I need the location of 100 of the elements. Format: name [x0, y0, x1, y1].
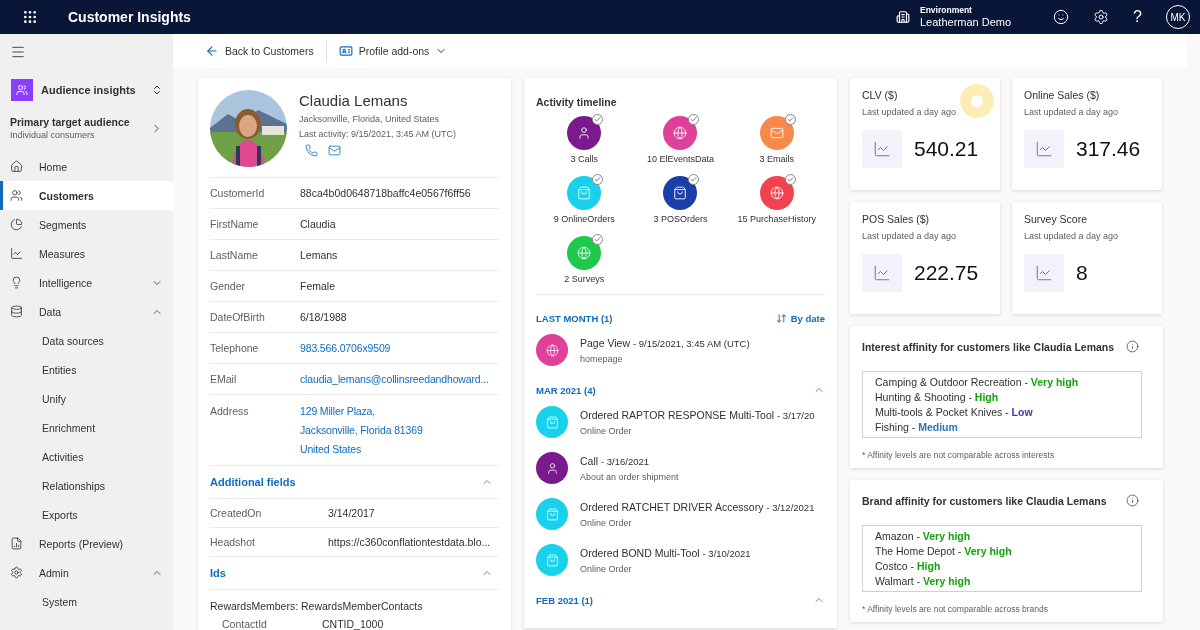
nav-item[interactable]: Intelligence	[0, 268, 173, 297]
activity-type-icon[interactable]	[759, 176, 794, 210]
affinity-item: Amazon - Very high	[875, 530, 972, 542]
field-link[interactable]: United States	[300, 443, 499, 455]
nav-item[interactable]: Segments	[0, 210, 173, 239]
nav-item[interactable]: Admin	[0, 558, 173, 587]
field-value: 6/18/1988	[300, 311, 348, 323]
affinity-item: Multi-tools & Pocket Knives - Low	[875, 406, 1034, 418]
sort-button[interactable]: By date	[775, 313, 825, 324]
smile-icon[interactable]	[1053, 9, 1070, 25]
field-link[interactable]: Jacksonville, Florida 81369	[300, 424, 499, 436]
kpi-title: Online Sales ($)	[1024, 89, 1101, 101]
environment-label: Environment	[920, 6, 973, 16]
activity-subtitle: homepage	[580, 353, 624, 364]
field-label: CreatedOn	[210, 507, 263, 519]
field-value: 88ca4b0d0648718baffc4e0567f6ff56	[300, 187, 472, 199]
people-icon	[10, 189, 23, 202]
kpi-title: Survey Score	[1024, 213, 1089, 225]
activity-title: Ordered BOND Multi-Tool - 3/10/2021	[580, 546, 751, 559]
activity-subtitle: Online Order	[580, 425, 633, 436]
affinity-note: * Affinity levels are not comparable across brands	[862, 604, 1049, 614]
activity-title: Ordered RAPTOR RESPONSE Multi-Tool - 3/17/20	[580, 408, 815, 421]
group-header[interactable]: LAST MONTH (1)	[536, 313, 613, 324]
field-label: FirstName	[210, 218, 260, 230]
activity-type-icon[interactable]	[567, 116, 602, 150]
nav-item[interactable]: Enrichment	[0, 413, 173, 442]
activity-type-icon[interactable]	[663, 176, 698, 210]
affinity-note: * Affinity levels are not comparable across interests	[862, 450, 1056, 460]
activity-subtitle: Online Order	[580, 563, 633, 574]
line-chart-icon	[10, 247, 23, 260]
app-launcher-button[interactable]	[22, 9, 38, 25]
activity-type-label: 3 Calls	[570, 154, 598, 164]
group-header[interactable]: FEB 2021 (1)	[536, 594, 594, 606]
switch-icon[interactable]	[151, 84, 163, 96]
section-title[interactable]: Ids	[210, 567, 226, 579]
activity-type-icon[interactable]	[663, 116, 698, 150]
back-arrow-icon	[205, 44, 219, 58]
info-icon[interactable]	[1126, 494, 1139, 507]
activity-title: Call - 3/16/2021	[580, 454, 651, 467]
field-label: Headshot	[210, 536, 256, 548]
nav-item[interactable]: Activities	[0, 442, 173, 471]
field-value: Female	[300, 280, 336, 292]
nav-item[interactable]: Data	[0, 297, 173, 326]
field-label: LastName	[210, 249, 259, 261]
people-icon	[11, 79, 33, 101]
trend-icon	[862, 130, 902, 168]
pie-chart-icon	[10, 218, 23, 231]
app-title: Customer Insights	[68, 9, 191, 25]
kpi-updated: Last updated a day ago	[1024, 231, 1120, 241]
field-label: Telephone	[210, 342, 260, 354]
affinity-item: The Home Depot - Very high	[875, 545, 1013, 557]
affinity-item: Walmart - Very high	[875, 575, 972, 587]
field-link[interactable]: claudia_lemans@collinsreedandhoward...	[300, 373, 499, 385]
audience-selector[interactable]: Primary target audience Individual consumers	[0, 116, 173, 140]
kpi-value: 8	[1076, 261, 1088, 285]
kpi-title: CLV ($)	[862, 89, 899, 101]
nav-item[interactable]: Home	[0, 152, 173, 181]
kpi-updated: Last updated a day ago	[1024, 107, 1120, 117]
field-value: 3/14/2017	[328, 507, 376, 519]
affinity-item: Fishing - Medium	[875, 421, 959, 433]
nav-item[interactable]: Unify	[0, 384, 173, 413]
nav-item[interactable]: Exports	[0, 500, 173, 529]
nav-item[interactable]: Entities	[0, 355, 173, 384]
activity-type-label: 15 PurchaseHistory	[737, 214, 817, 224]
activity-title: Page View - 9/15/2021, 3:45 AM (UTC)	[580, 336, 750, 349]
kpi-updated: Last updated a day ago	[862, 231, 958, 241]
home-icon	[10, 160, 23, 173]
group-header[interactable]: MAR 2021 (4)	[536, 384, 596, 396]
card-title: Interest affinity for customers like Claudia Lemans	[862, 340, 1115, 353]
activity-type-label: 10 ElEventsData	[646, 154, 714, 164]
nav-item[interactable]: Data sources	[0, 326, 173, 355]
field-link[interactable]: 129 Miller Plaza,	[300, 405, 499, 417]
nav-item[interactable]: System	[0, 587, 173, 616]
nav-item[interactable]: Customers	[0, 181, 173, 210]
nav-item[interactable]: Relationships	[0, 471, 173, 500]
field-value: CNTID_1000	[322, 618, 385, 630]
nav-item[interactable]: Reports (Preview)	[0, 529, 173, 558]
section-title[interactable]: Additional fields	[210, 476, 296, 488]
settings-icon[interactable]	[1093, 9, 1110, 25]
profile-addons-button[interactable]: Profile add-ons	[334, 44, 452, 58]
environment-name: Leatherman Demo	[920, 15, 1012, 28]
trend-icon	[1024, 130, 1064, 168]
kpi-updated: Last updated a day ago	[862, 107, 958, 117]
affinity-item: Camping & Outdoor Recreation - Very high	[875, 376, 1080, 388]
app-switcher-title[interactable]: Audience insights	[41, 84, 143, 96]
nav-item[interactable]: Measures	[0, 239, 173, 268]
card-title: Activity timeline	[536, 96, 618, 108]
cursor-highlight	[960, 84, 994, 118]
help-button[interactable]: ?	[1133, 8, 1142, 26]
info-icon[interactable]	[1126, 340, 1139, 353]
affinity-item: Costco - High	[875, 560, 942, 572]
field-label: ContactId	[222, 618, 268, 630]
menu-icon[interactable]	[10, 44, 26, 60]
mail-icon[interactable]	[328, 144, 341, 157]
field-label: DateOfBirth	[210, 311, 266, 323]
id-card-icon	[338, 44, 353, 58]
back-button[interactable]: Back to Customers	[201, 44, 318, 58]
activity-title: Ordered RATCHET DRIVER Accessory - 3/12/2021	[580, 500, 815, 513]
phone-icon[interactable]	[305, 144, 318, 157]
field-link[interactable]: 983.566.0706x9509	[300, 342, 499, 354]
